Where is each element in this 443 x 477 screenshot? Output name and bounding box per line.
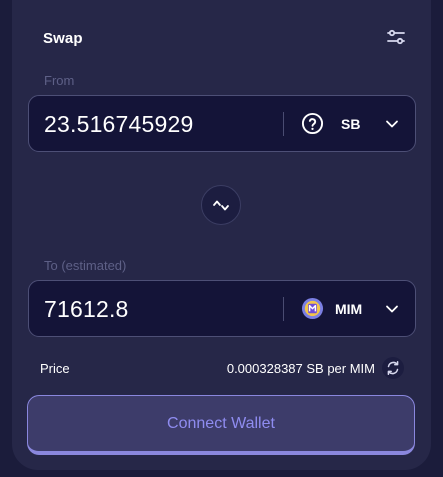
sliders-icon[interactable] bbox=[386, 27, 406, 47]
from-token-symbol: SB bbox=[341, 116, 361, 132]
to-amount-input[interactable]: 71612.8 bbox=[44, 296, 129, 323]
swap-card: Swap From 23.516745929 SB To (estimated)… bbox=[12, 0, 431, 470]
connect-wallet-button[interactable]: Connect Wallet bbox=[27, 395, 415, 455]
refresh-arrows-icon bbox=[387, 361, 399, 375]
from-token-selector[interactable]: SB bbox=[285, 96, 415, 151]
to-token-selector[interactable]: MIM bbox=[285, 281, 415, 336]
swap-direction-button[interactable] bbox=[201, 185, 241, 225]
price-flip-button[interactable] bbox=[382, 357, 404, 379]
question-circle-icon bbox=[301, 112, 324, 135]
chevron-down-icon bbox=[385, 302, 399, 316]
to-field[interactable]: 71612.8 MIM bbox=[28, 280, 416, 337]
swap-title: Swap bbox=[43, 30, 83, 47]
price-label: Price bbox=[40, 361, 70, 376]
swap-up-down-chevrons-icon bbox=[213, 200, 229, 211]
to-token-symbol: MIM bbox=[335, 301, 363, 317]
from-amount-input[interactable]: 23.516745929 bbox=[44, 111, 194, 138]
from-label: From bbox=[44, 73, 75, 88]
price-value: 0.000328387 SB per MIM bbox=[226, 361, 375, 376]
from-field[interactable]: 23.516745929 SB bbox=[28, 95, 416, 152]
to-field-divider bbox=[283, 297, 284, 321]
to-label: To (estimated) bbox=[44, 258, 127, 273]
from-field-divider bbox=[283, 112, 284, 136]
chevron-down-icon bbox=[385, 117, 399, 131]
mim-token-logo bbox=[301, 297, 324, 320]
